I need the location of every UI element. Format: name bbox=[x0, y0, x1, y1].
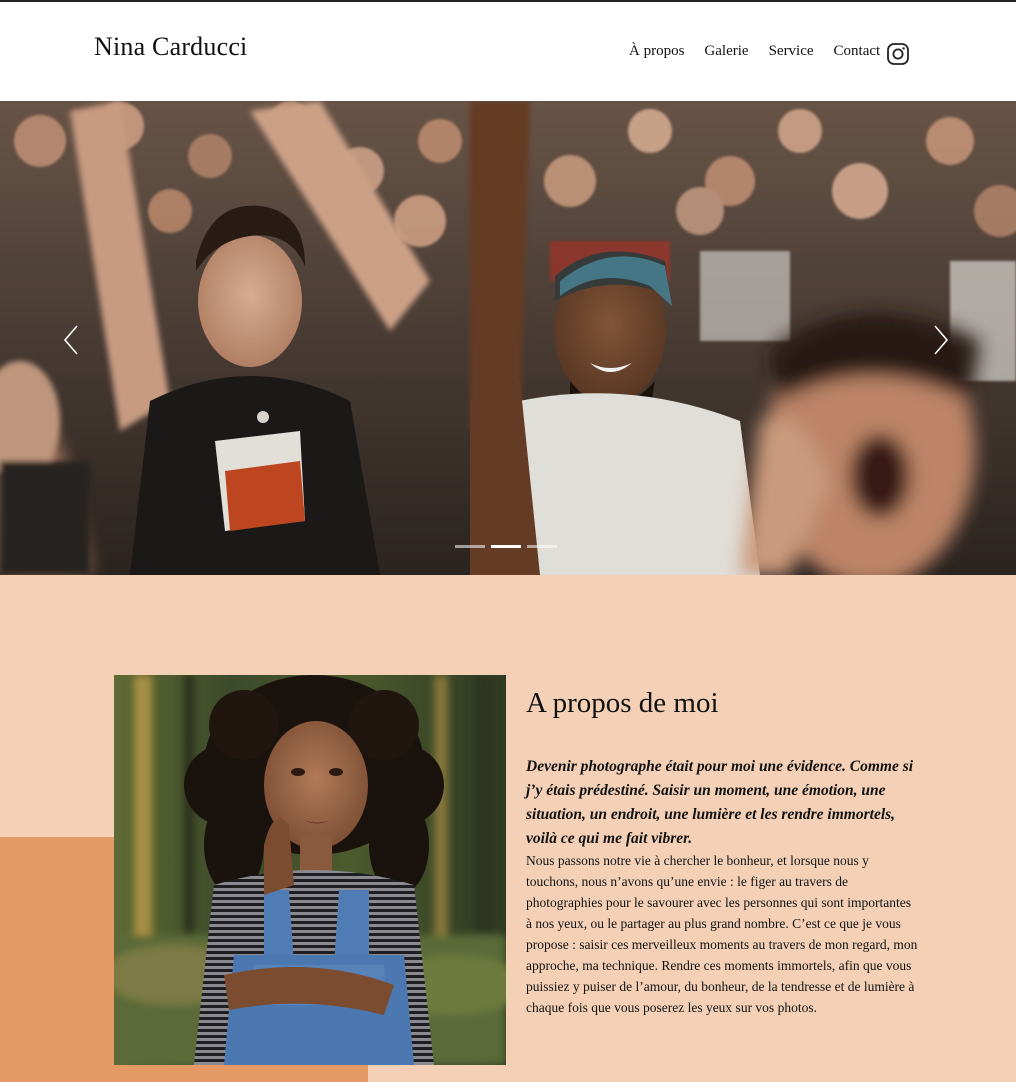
about-section: A propos de moi Devenir photographe étai… bbox=[0, 575, 1016, 1082]
decorative-block bbox=[114, 1065, 368, 1082]
nav-link-a-propos[interactable]: À propos bbox=[629, 43, 684, 60]
hero-carousel bbox=[0, 101, 1016, 575]
site-header: Nina Carducci À propos Galerie Service C… bbox=[0, 0, 1016, 101]
portrait-photo bbox=[114, 675, 506, 1065]
carousel-indicator-3[interactable] bbox=[527, 545, 557, 548]
brand-logo[interactable]: Nina Carducci bbox=[94, 32, 247, 62]
decorative-block bbox=[0, 837, 116, 1082]
page: Nina Carducci À propos Galerie Service C… bbox=[0, 0, 1016, 1082]
carousel-indicator-1[interactable] bbox=[455, 545, 485, 548]
about-title: A propos de moi bbox=[526, 687, 719, 719]
concert-crowd-photo bbox=[0, 101, 1016, 575]
instagram-icon[interactable] bbox=[886, 42, 910, 66]
nav-link-galerie[interactable]: Galerie bbox=[704, 43, 748, 60]
chevron-right-icon[interactable] bbox=[930, 323, 952, 357]
nav-link-service[interactable]: Service bbox=[769, 43, 814, 60]
chevron-left-icon[interactable] bbox=[60, 323, 82, 357]
carousel-indicators bbox=[455, 545, 557, 548]
main-nav: À propos Galerie Service Contact bbox=[629, 43, 880, 60]
about-body-text: Nous passons notre vie à chercher le bon… bbox=[526, 853, 918, 1015]
about-lead-text: Devenir photographe était pour moi une é… bbox=[526, 758, 914, 847]
carousel-indicator-2[interactable] bbox=[491, 545, 521, 548]
nav-link-contact[interactable]: Contact bbox=[834, 43, 881, 60]
